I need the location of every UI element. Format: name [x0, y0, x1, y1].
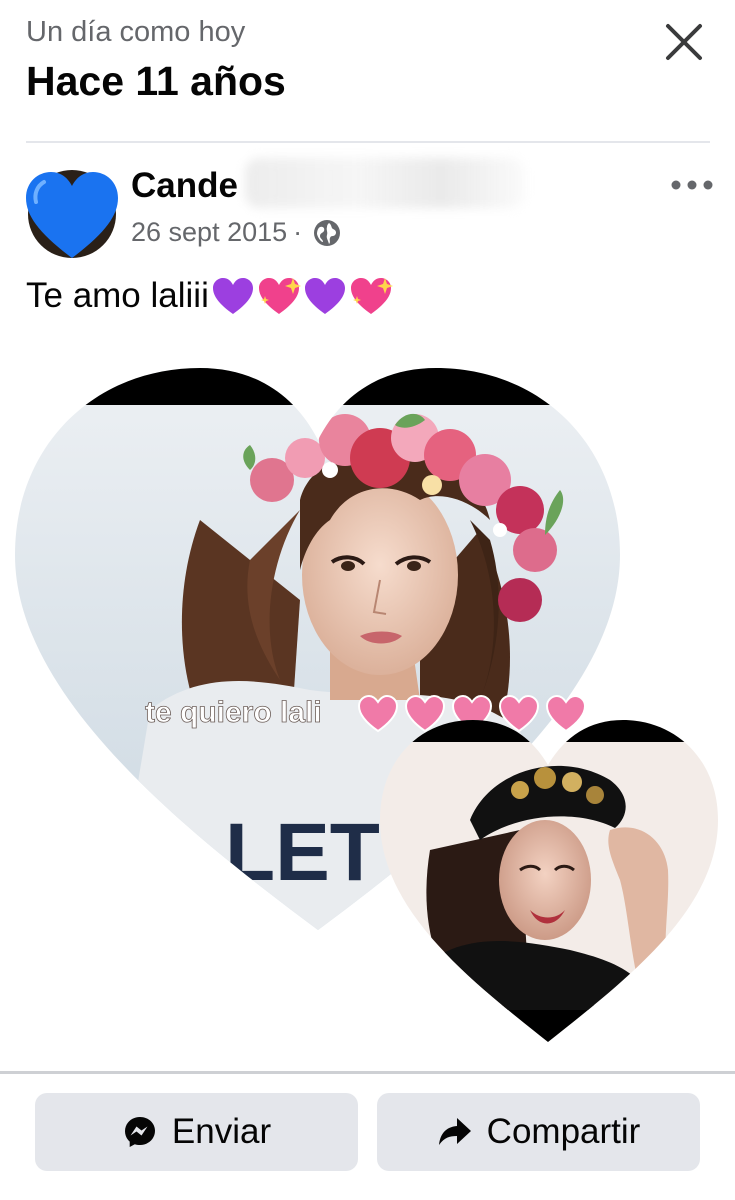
sparkling-heart-icon: [258, 278, 301, 314]
post-meta: 26 sept 2015 ·: [131, 217, 342, 248]
share-button[interactable]: Compartir: [377, 1093, 700, 1171]
post-date[interactable]: 26 sept 2015: [131, 217, 287, 248]
memory-title: Hace 11 años: [26, 58, 286, 104]
purple-heart-icon: [212, 278, 253, 314]
avatar[interactable]: [22, 166, 122, 266]
redacted-name-blur: [245, 158, 525, 208]
memory-subtitle: Un día como hoy: [26, 16, 246, 48]
shirt-text: LET: [225, 807, 380, 898]
post-text: Te amo laliii: [26, 276, 393, 316]
share-button-label: Compartir: [486, 1112, 641, 1151]
post-text-content: Te amo laliii: [26, 276, 209, 315]
purple-heart-icon: [304, 278, 345, 314]
globe-icon: [314, 219, 341, 246]
blue-heart-avatar-icon: [26, 170, 118, 258]
header-divider: [26, 141, 710, 143]
more-options-button[interactable]: [668, 170, 716, 200]
post-author-name[interactable]: Cande: [131, 166, 238, 206]
sparkling-heart-icon: [350, 278, 393, 314]
memory-screen: Un día como hoy Hace 11 años Cande 26 se…: [0, 0, 735, 1200]
photo-overlay-text: te quiero lali: [145, 696, 322, 729]
actions-divider: [0, 1071, 735, 1074]
send-button[interactable]: Enviar: [35, 1093, 358, 1171]
messenger-icon: [124, 1117, 155, 1147]
close-button[interactable]: [660, 20, 708, 68]
close-icon: [666, 24, 702, 60]
meta-separator: ·: [293, 217, 303, 247]
more-options-icon: [671, 180, 713, 190]
send-button-label: Enviar: [171, 1112, 272, 1151]
share-arrow-icon: [438, 1118, 471, 1145]
post-photo[interactable]: LET te quiero lali: [0, 350, 735, 1060]
